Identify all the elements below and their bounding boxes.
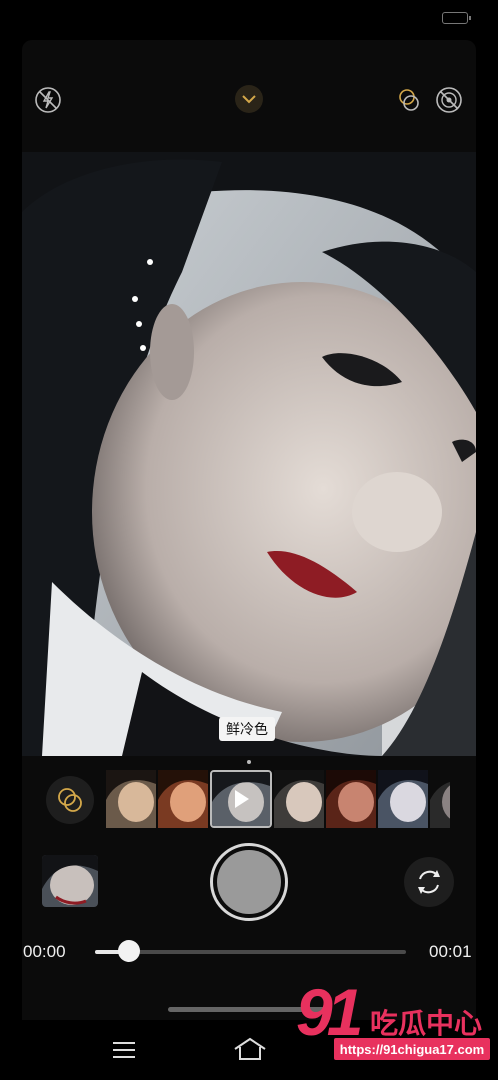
- filter-thumbnail[interactable]: [106, 770, 156, 828]
- progress-track[interactable]: [95, 950, 406, 954]
- filter-name-label: 鲜冷色: [219, 717, 275, 741]
- shutter-inner: [217, 850, 281, 914]
- total-time: 00:01: [429, 942, 472, 961]
- camera-preview[interactable]: [22, 152, 476, 756]
- switch-camera-icon: [418, 870, 440, 894]
- filter-thumbnail[interactable]: [274, 770, 324, 828]
- watermark-text: 吃瓜中心: [370, 1007, 483, 1040]
- live-off-icon[interactable]: [434, 85, 464, 115]
- filter-rings-icon: [58, 788, 82, 812]
- shutter-button[interactable]: [210, 843, 288, 921]
- gallery-thumbnail[interactable]: [42, 855, 98, 907]
- menu-icon[interactable]: [112, 1040, 136, 1060]
- battery-icon: [442, 12, 471, 24]
- switch-camera-button[interactable]: [404, 857, 454, 907]
- strip-indicator-dot: [247, 760, 251, 764]
- filter-strip[interactable]: [106, 770, 450, 828]
- filter-thumbnail[interactable]: [378, 770, 428, 828]
- home-icon[interactable]: [233, 1037, 267, 1061]
- filter-thumbnail[interactable]: [430, 770, 450, 828]
- filter-rings-icon[interactable]: [394, 85, 424, 115]
- watermark-url: https://91chigua17.com: [334, 1038, 490, 1060]
- preview-image: [22, 152, 476, 756]
- filter-thumbnail-selected[interactable]: [210, 770, 272, 828]
- filter-thumbnail[interactable]: [326, 770, 376, 828]
- current-time: 00:00: [23, 942, 66, 961]
- filter-thumbnail[interactable]: [158, 770, 208, 828]
- chevron-down-icon[interactable]: [234, 84, 264, 114]
- filter-toggle-button[interactable]: [46, 776, 94, 824]
- flash-off-icon[interactable]: [33, 85, 63, 115]
